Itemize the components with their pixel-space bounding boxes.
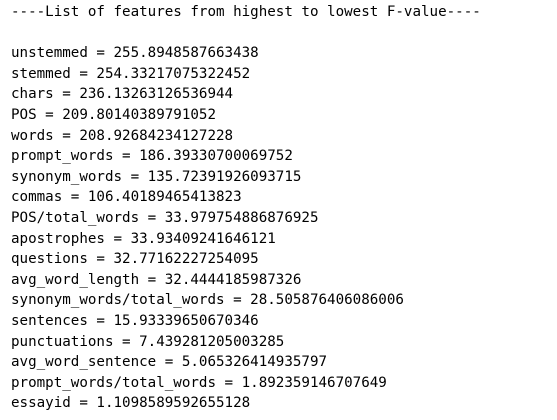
feature-line: avg_word_length = 32.4444185987326 [11,271,302,288]
feature-line: synonym_words/total_words = 28.505876406… [11,292,404,309]
feature-line: apostrophes = 33.93409241646121 [11,230,276,247]
feature-line: prompt_words = 186.39330700069752 [11,148,293,165]
feature-line: punctuations = 7.439281205003285 [11,333,285,350]
output-header: ----List of features from highest to low… [11,4,481,20]
feature-line: sentences = 15.93339650670346 [11,312,259,329]
feature-line: chars = 236.13263126536944 [11,86,234,103]
console-output: ----List of features from highest to low… [0,0,557,420]
feature-line: synonym_words = 135.72391926093715 [11,168,302,185]
feature-line: prompt_words/total_words = 1.89235914670… [11,374,387,391]
feature-line: POS/total_words = 33.979754886876925 [11,209,319,226]
feature-line: unstemmed = 255.8948587663438 [11,45,259,62]
feature-line: stemmed = 254.33217075322452 [11,65,251,82]
feature-line: words = 208.92684234127228 [11,127,234,144]
feature-line: questions = 32.77162227254095 [11,251,259,268]
feature-line: commas = 106.40189465413823 [11,189,242,206]
feature-line: POS = 209.80140389791052 [11,106,216,123]
feature-line: essayid = 1.1098589592655128 [11,395,251,412]
feature-line: avg_word_sentence = 5.065326414935797 [11,354,328,371]
